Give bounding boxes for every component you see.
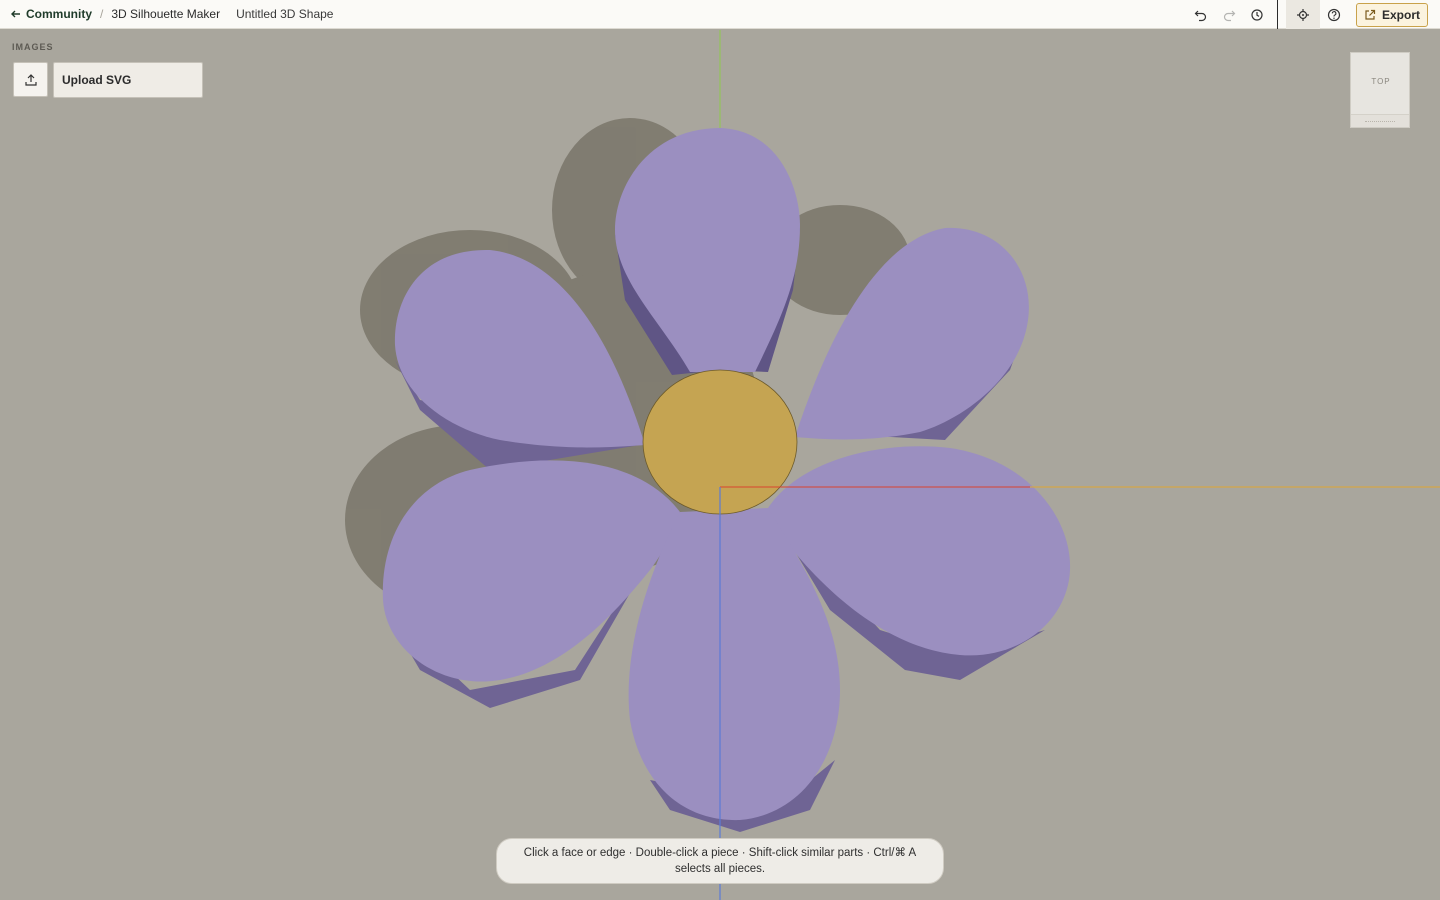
export-label: Export — [1381, 7, 1420, 22]
focus-target-button[interactable] — [1285, 0, 1320, 29]
history-icon — [1251, 8, 1263, 21]
redo-icon — [1223, 10, 1236, 21]
help-button[interactable] — [1320, 1, 1348, 29]
back-to-community-link[interactable]: Community — [10, 7, 92, 21]
export-icon — [1365, 9, 1376, 20]
interaction-hint: Click a face or edge · Double-click a pi… — [496, 838, 944, 884]
top-bar: Community / 3D Silhouette Maker Untitled… — [0, 0, 1440, 29]
toolbar: Export — [1187, 0, 1428, 29]
view-cube[interactable]: TOP — [1350, 52, 1410, 128]
scene-canvas[interactable] — [0, 30, 1440, 900]
target-icon — [1296, 8, 1309, 21]
document-title[interactable]: Untitled 3D Shape — [236, 7, 333, 21]
arrow-left-icon — [11, 10, 20, 18]
3d-viewport[interactable]: IMAGES Upload SVG TOP Click a face or ed… — [0, 30, 1440, 900]
toolbar-divider — [1276, 0, 1278, 29]
breadcrumb: Community / 3D Silhouette Maker Untitled… — [0, 7, 333, 21]
upload-icon — [24, 73, 37, 86]
export-button[interactable]: Export — [1355, 2, 1428, 27]
redo-button[interactable] — [1215, 1, 1243, 29]
upload-svg-button[interactable]: Upload SVG — [53, 62, 203, 98]
undo-button[interactable] — [1187, 1, 1215, 29]
help-icon — [1327, 8, 1341, 21]
view-cube-top-face[interactable]: TOP — [1351, 77, 1411, 86]
undo-icon — [1194, 10, 1207, 21]
images-section-label: IMAGES — [12, 42, 54, 52]
back-label: Community — [26, 7, 92, 21]
upload-icon-button[interactable] — [13, 62, 48, 97]
breadcrumb-separator: / — [100, 7, 104, 21]
app-name-link[interactable]: 3D Silhouette Maker — [111, 7, 220, 21]
view-cube-base[interactable] — [1351, 114, 1409, 127]
history-button[interactable] — [1243, 1, 1271, 29]
